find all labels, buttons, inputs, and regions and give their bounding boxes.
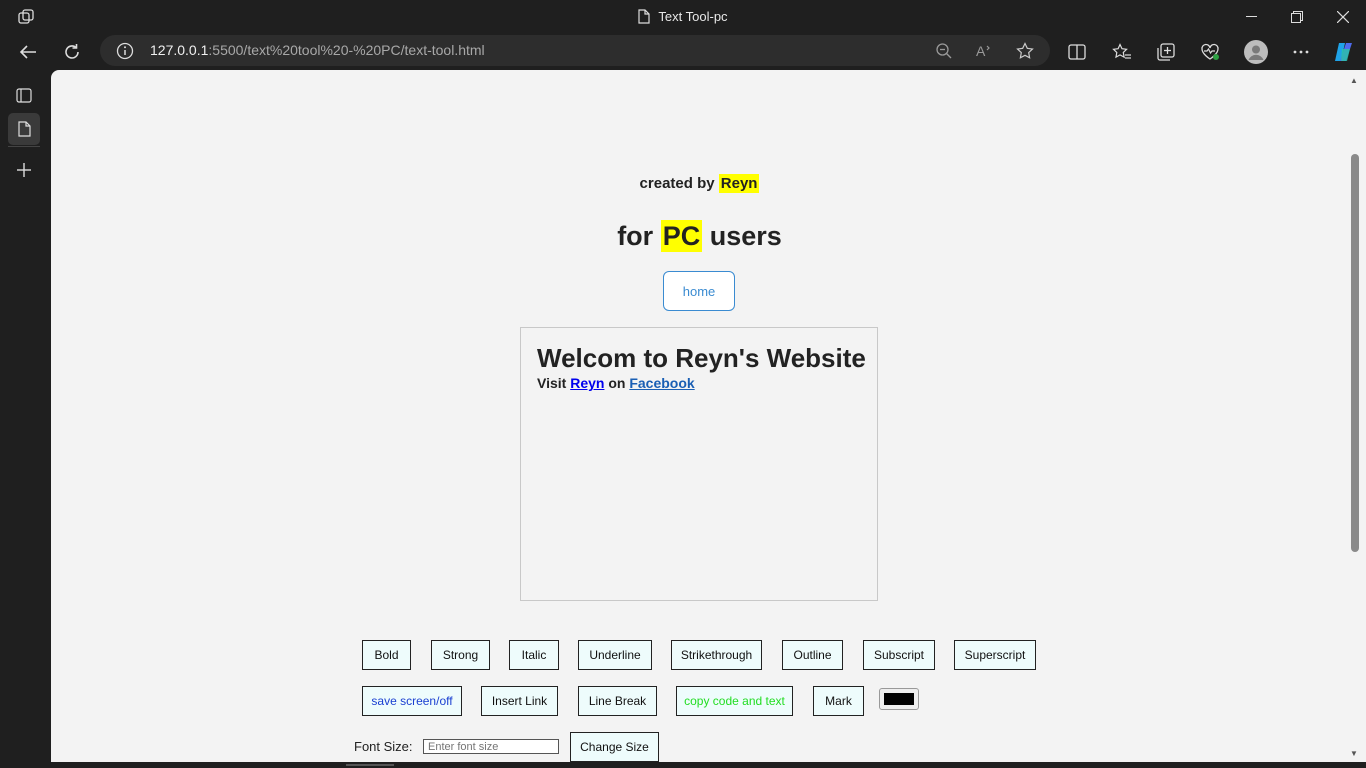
color-picker[interactable] [879,688,919,710]
editor-paragraph: Visit Reyn on Facebook [537,375,861,391]
italic-button[interactable]: Italic [509,640,559,670]
strikethrough-button[interactable]: Strikethrough [671,640,762,670]
url-path: :5500/text%20tool%20-%20PC/text-tool.htm… [208,42,485,58]
split-screen-icon[interactable] [1061,36,1093,68]
color-swatch [884,693,914,705]
outline-button[interactable]: Outline [782,640,843,670]
favorites-icon[interactable] [1106,36,1138,68]
heading-pc: PC [660,220,703,252]
scrollbar-thumb[interactable] [1351,154,1359,552]
url-text[interactable]: 127.0.0.1:5500/text%20tool%20-%20PC/text… [150,35,485,66]
close-button[interactable] [1320,0,1366,33]
editor-heading: Welcom to Reyn's Website [537,343,866,373]
text-editor[interactable]: Welcom to Reyn's Website Visit Reyn on F… [520,327,878,601]
underline-button[interactable]: Underline [578,640,652,670]
favorite-star-icon[interactable] [1015,41,1035,61]
refresh-button[interactable] [56,36,88,68]
info-icon[interactable] [116,42,134,60]
author-name: Reyn [718,174,760,193]
line-break-button[interactable]: Line Break [578,686,657,716]
copy-code-button[interactable]: copy code and text [676,686,793,716]
collections-icon[interactable] [1150,36,1182,68]
font-size-label: Font Size: [354,739,413,754]
save-screen-button[interactable]: save screen/off [362,686,462,716]
heading-for: for [617,221,654,251]
font-size-input[interactable] [423,739,559,754]
browser-essentials-icon[interactable] [1194,36,1226,68]
vertical-tabs-sidebar [0,70,51,768]
zoom-out-icon[interactable] [934,41,954,61]
page-icon [638,9,651,24]
superscript-button[interactable]: Superscript [954,640,1036,670]
restore-button[interactable] [1274,0,1320,33]
taskbar-indicator [346,764,394,766]
back-button[interactable] [12,36,44,68]
window-title-text: Text Tool-pc [658,9,728,24]
on-text: on [608,375,626,391]
window-title: Text Tool-pc [0,0,1366,33]
read-aloud-icon[interactable]: A [975,41,995,61]
page-icon [17,121,31,137]
scroll-up-arrow-icon[interactable]: ▲ [1350,76,1358,85]
minimize-button[interactable] [1228,0,1274,33]
page-content: created by Reyn for PC users home Welcom… [51,70,1348,762]
divider [8,146,40,147]
facebook-link[interactable]: Facebook [629,375,694,391]
scroll-down-arrow-icon[interactable]: ▼ [1350,749,1358,758]
heading-users: users [709,221,782,251]
title-bar: Text Tool-pc [0,0,1366,33]
mark-button[interactable]: Mark [813,686,864,716]
tab-actions-icon[interactable] [8,79,40,111]
change-size-button[interactable]: Change Size [570,732,659,762]
vertical-scrollbar[interactable]: ▲ ▼ [1348,70,1366,762]
more-options-icon[interactable] [1285,36,1317,68]
browser-toolbar: 127.0.0.1:5500/text%20tool%20-%20PC/text… [0,33,1366,70]
url-host: 127.0.0.1 [150,42,209,58]
new-tab-icon[interactable] [8,154,40,186]
address-bar[interactable]: 127.0.0.1:5500/text%20tool%20-%20PC/text… [100,35,1050,66]
created-by-text: created by [639,175,715,192]
reyn-link[interactable]: Reyn [570,375,604,391]
copilot-icon[interactable] [1328,36,1360,68]
home-button[interactable]: home [663,271,735,311]
subscript-button[interactable]: Subscript [863,640,935,670]
svg-text:A: A [976,43,986,59]
created-by-line: created by Reyn [51,174,1348,193]
tab-item-text-tool[interactable] [8,113,40,145]
bold-button[interactable]: Bold [362,640,411,670]
window-bottom-edge [0,762,1366,768]
page-heading: for PC users [51,220,1348,252]
strong-button[interactable]: Strong [431,640,490,670]
insert-link-button[interactable]: Insert Link [481,686,558,716]
profile-avatar[interactable] [1240,36,1272,68]
visit-text: Visit [537,375,567,391]
